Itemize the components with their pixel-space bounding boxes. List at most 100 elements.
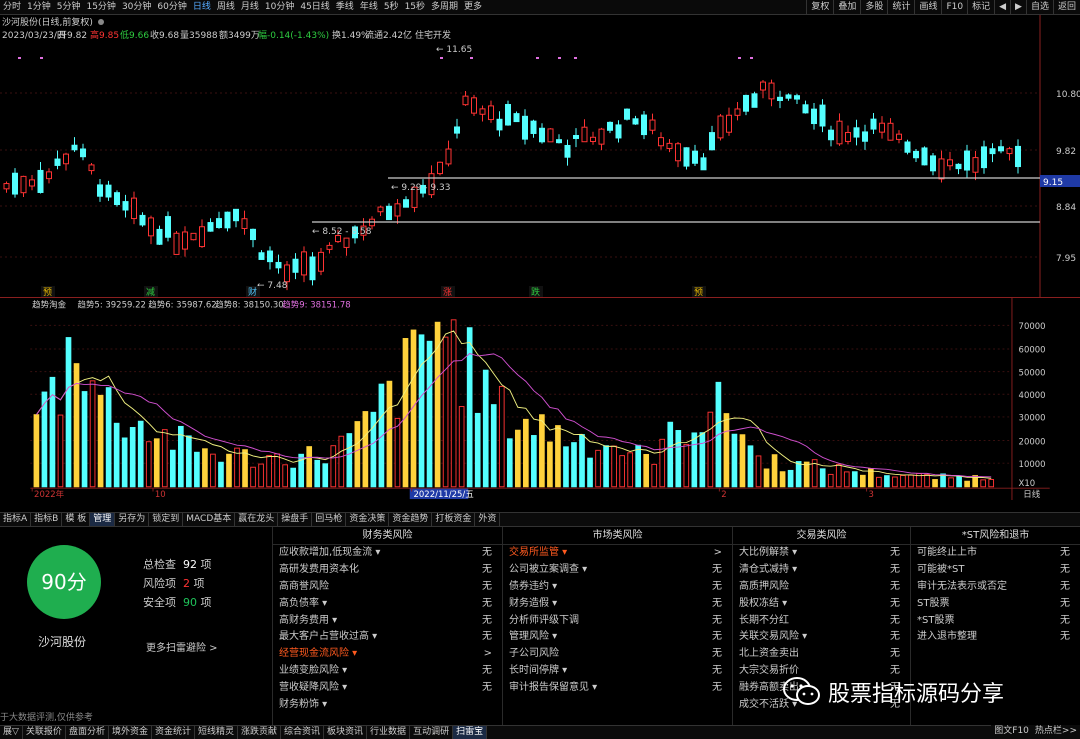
status-tab[interactable]: 盘面分析 bbox=[66, 726, 109, 739]
candle-body[interactable] bbox=[233, 208, 239, 222]
risk-item[interactable]: 子公司风险 无 bbox=[503, 646, 732, 663]
candle-body[interactable] bbox=[275, 261, 282, 269]
event-marker[interactable]: 减 bbox=[146, 286, 155, 298]
candle-body[interactable] bbox=[462, 95, 469, 106]
status-tab[interactable]: 扫雷宝 bbox=[453, 726, 488, 739]
period-tab[interactable]: 周线 bbox=[214, 0, 238, 15]
risk-item[interactable]: 大比例解禁 ▾ 无 bbox=[733, 545, 910, 562]
event-marker[interactable]: 财 bbox=[248, 286, 257, 298]
candle-body[interactable] bbox=[981, 146, 987, 169]
candle-body[interactable] bbox=[182, 231, 188, 250]
toolbar-button[interactable]: ◀ bbox=[994, 0, 1010, 15]
risk-item[interactable]: 北上资金卖出 无 bbox=[733, 646, 910, 663]
candle-body[interactable] bbox=[913, 150, 919, 159]
candle-body[interactable] bbox=[216, 218, 222, 229]
risk-item[interactable]: 高质押风险 无 bbox=[733, 579, 910, 596]
toolbar-button[interactable]: F10 bbox=[941, 0, 967, 15]
candle-body[interactable] bbox=[700, 157, 707, 171]
risk-item[interactable]: 可能被*ST 无 bbox=[911, 562, 1080, 579]
candle-body[interactable] bbox=[437, 161, 443, 175]
candle-body[interactable] bbox=[318, 251, 324, 272]
risk-item[interactable]: 可能终止上市 无 bbox=[911, 545, 1080, 562]
candle-body[interactable] bbox=[343, 237, 350, 248]
indicator-tab[interactable]: 指标B bbox=[31, 513, 63, 526]
candle-body[interactable] bbox=[887, 122, 894, 141]
candle-body[interactable] bbox=[556, 139, 562, 144]
candle-body[interactable] bbox=[794, 95, 800, 100]
candle-body[interactable] bbox=[199, 226, 205, 248]
candle-body[interactable] bbox=[641, 114, 647, 136]
candle-body[interactable] bbox=[836, 120, 843, 145]
candle-body[interactable] bbox=[63, 153, 69, 165]
candle-body[interactable] bbox=[649, 119, 656, 131]
status-tab[interactable]: 境外资金 bbox=[109, 726, 152, 739]
candle-body[interactable] bbox=[819, 104, 826, 127]
indicator-tab[interactable]: 赢在龙头 bbox=[235, 513, 279, 526]
candle-body[interactable] bbox=[615, 124, 622, 139]
risk-item[interactable]: 股权冻结 ▾ 无 bbox=[733, 596, 910, 613]
risk-item[interactable]: 高财务费用 ▾ 无 bbox=[273, 613, 502, 630]
candle-body[interactable] bbox=[445, 148, 452, 165]
toolbar-button[interactable]: ▶ bbox=[1010, 0, 1026, 15]
risk-item[interactable]: 营收疑降风险 ▾ 无 bbox=[273, 680, 502, 697]
risk-item[interactable]: 高商誉风险 无 bbox=[273, 579, 502, 596]
period-tab[interactable]: 15分钟 bbox=[83, 0, 118, 15]
indicator-tab[interactable]: 回马枪 bbox=[312, 513, 347, 526]
status-tab[interactable]: 短线精灵 bbox=[195, 726, 238, 739]
candle-body[interactable] bbox=[20, 175, 27, 194]
candle-body[interactable] bbox=[930, 155, 936, 172]
risk-item[interactable]: 最大客户占营收过高 ▾ 无 bbox=[273, 629, 502, 646]
candle-body[interactable] bbox=[131, 197, 137, 220]
period-tab[interactable]: 5分钟 bbox=[54, 0, 84, 15]
status-tab[interactable]: 涨跌贡献 bbox=[238, 726, 282, 739]
toolbar-button[interactable]: 多股 bbox=[860, 0, 887, 15]
period-tab[interactable]: 分时 bbox=[0, 0, 24, 15]
candle-body[interactable] bbox=[3, 183, 10, 190]
risk-item[interactable]: 高研发费用资本化 无 bbox=[273, 562, 502, 579]
candle-body[interactable] bbox=[743, 94, 749, 112]
period-tab[interactable]: 5秒 bbox=[381, 0, 402, 15]
risk-item[interactable]: ST股票 无 bbox=[911, 596, 1080, 613]
risk-item[interactable]: 经营现金流风险 ▾ > bbox=[273, 646, 502, 663]
candle-body[interactable] bbox=[564, 144, 571, 158]
period-tab[interactable]: 季线 bbox=[333, 0, 357, 15]
candle-body[interactable] bbox=[573, 135, 579, 139]
candle-body[interactable] bbox=[505, 103, 511, 126]
status-tab[interactable]: 资金统计 bbox=[152, 726, 195, 739]
candle-body[interactable] bbox=[250, 228, 256, 241]
candle-body[interactable] bbox=[156, 228, 163, 245]
risk-item[interactable]: 长时间停牌 ▾ 无 bbox=[503, 663, 732, 680]
status-tab[interactable]: 综合资讯 bbox=[281, 726, 325, 739]
candle-body[interactable] bbox=[607, 121, 613, 131]
candle-body[interactable] bbox=[683, 147, 690, 167]
candle-body[interactable] bbox=[904, 141, 911, 153]
candle-body[interactable] bbox=[862, 131, 868, 142]
candle-body[interactable] bbox=[97, 184, 103, 197]
candle-body[interactable] bbox=[590, 136, 596, 142]
candle-body[interactable] bbox=[139, 214, 146, 226]
candle-body[interactable] bbox=[326, 244, 333, 250]
candle-body[interactable] bbox=[828, 129, 834, 141]
risk-item[interactable]: 关联交易风险 ▾ 无 bbox=[733, 629, 910, 646]
risk-item[interactable]: 管理风险 ▾ 无 bbox=[503, 629, 732, 646]
candle-body[interactable] bbox=[488, 105, 494, 121]
candle-body[interactable] bbox=[581, 126, 588, 143]
candle-body[interactable] bbox=[547, 128, 554, 143]
candle-body[interactable] bbox=[12, 172, 18, 195]
candle-body[interactable] bbox=[955, 163, 962, 170]
candle-body[interactable] bbox=[105, 184, 112, 198]
status-tab[interactable]: 行业数据 bbox=[367, 726, 411, 739]
candle-body[interactable] bbox=[471, 97, 477, 114]
toolbar-button[interactable]: 画线 bbox=[914, 0, 941, 15]
candle-body[interactable] bbox=[114, 192, 120, 206]
candle-body[interactable] bbox=[267, 250, 273, 263]
indicator-tab[interactable]: 另存为 bbox=[115, 513, 150, 526]
candle-body[interactable] bbox=[403, 199, 409, 208]
period-tab[interactable]: 更多 bbox=[461, 0, 485, 15]
candle-body[interactable] bbox=[998, 146, 1004, 152]
risk-item[interactable]: 应收款增加,低现金流 ▾ 无 bbox=[273, 545, 502, 562]
risk-item[interactable]: 清仓式减持 ▾ 无 bbox=[733, 562, 910, 579]
candle-body[interactable] bbox=[734, 108, 741, 116]
candle-body[interactable] bbox=[870, 118, 877, 130]
candle-body[interactable] bbox=[190, 232, 197, 241]
